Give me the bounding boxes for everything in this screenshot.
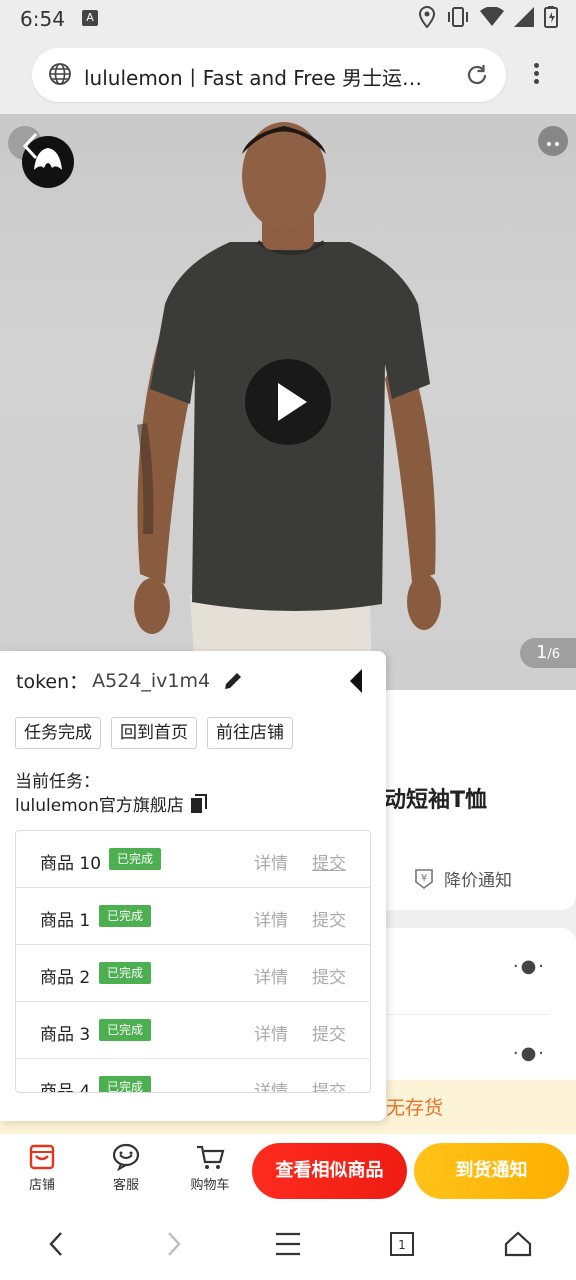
detail-link[interactable]: 详情 [254,849,288,874]
price-drop-notice[interactable]: ¥ 降价通知 [412,866,512,891]
spec-more-icon-2[interactable]: ·●· [513,1043,546,1064]
cart-tab[interactable]: 购物车 [180,1140,240,1193]
cart-icon [197,1145,225,1169]
price-notice-label: 降价通知 [444,871,512,891]
task-done-button[interactable]: 任务完成 [15,717,101,749]
stock-status-text: 无存货 [386,1097,444,1119]
accessibility-icon: A [82,10,98,26]
wifi-icon [480,7,504,26]
play-video-button[interactable] [245,359,331,445]
status-bar: 6:54 A [0,0,576,38]
token-row: token： A524_iv1m4 [16,667,244,694]
submit-link[interactable]: 提交 [312,849,346,874]
nav-home-icon[interactable] [500,1228,536,1260]
detail-link[interactable]: 详情 [254,1077,288,1092]
signal-icon [514,7,534,27]
status-badge: 已完成 [99,962,152,984]
current-task-shop-name: lululemon官方旗舰店 [15,796,184,816]
view-similar-button[interactable]: 查看相似商品 [252,1143,407,1199]
location-icon [418,6,436,28]
service-label: 客服 [112,1178,139,1193]
svg-text:¥: ¥ [421,873,427,884]
image-page-indicator: 1/6 [520,638,576,668]
nav-forward-icon[interactable] [156,1228,192,1260]
url-text[interactable]: lululemon丨Fast and Free 男士运… [84,62,444,91]
status-badge: 已完成 [99,905,152,927]
detail-link[interactable]: 详情 [254,963,288,988]
detail-link[interactable]: 详情 [254,1020,288,1045]
token-label: token： [16,671,89,693]
bottom-action-bar: 店铺 客服 购物车 查看相似商品 到货通知 [0,1134,576,1208]
service-tab[interactable]: 客服 [96,1140,156,1193]
edit-pencil-icon[interactable] [222,670,244,692]
task-row: 商品 4 已完成 详情 提交 [16,1059,370,1093]
task-row: 商品 10 已完成 详情 提交 [16,831,370,888]
submit-link[interactable]: 提交 [312,906,346,931]
product-image[interactable]: 1/6 [0,114,576,690]
nav-menu-icon[interactable] [270,1228,306,1260]
task-row: 商品 1 已完成 详情 提交 [16,888,370,945]
current-task-label: 当前任务： [15,772,100,792]
product-title: 动短袖T恤 [384,788,488,813]
battery-icon [544,6,558,28]
status-badge: 已完成 [99,1019,152,1041]
shop-label: 店铺 [28,1178,55,1193]
nav-back-icon[interactable] [38,1228,74,1260]
page-current: 1 [535,642,548,663]
vibrate-icon [448,7,468,27]
back-arrow-icon[interactable] [20,130,40,162]
browser-menu-icon[interactable] [524,60,548,92]
token-value: A524_iv1m4 [92,669,211,692]
task-row: 商品 3 已完成 详情 提交 [16,1002,370,1059]
status-icons [418,6,558,28]
task-row: 商品 2 已完成 详情 提交 [16,945,370,1002]
reload-icon[interactable] [464,62,490,88]
divider [384,1014,550,1015]
submit-link[interactable]: 提交 [312,1020,346,1045]
current-task-shop: lululemon官方旗舰店 [15,791,208,816]
spec-more-icon[interactable]: ·●· [513,956,546,977]
status-badge: 已完成 [109,848,162,870]
more-options-icon[interactable] [538,126,568,156]
customer-service-icon [112,1143,140,1171]
item-name: 商品 1 [40,911,91,931]
copy-icon[interactable] [190,793,208,814]
globe-icon [49,63,71,85]
status-time: 6:54 [20,7,65,31]
arrival-notify-button[interactable]: 到货通知 [414,1143,569,1199]
address-bar[interactable]: lululemon丨Fast and Free 男士运… [32,48,506,102]
item-name: 商品 4 [40,1082,91,1093]
browser-nav-bar: 1 [0,1208,576,1280]
task-panel: token： A524_iv1m4 任务完成 回到首页 前往店铺 当前任务： l… [0,651,386,1121]
status-badge: 已完成 [99,1076,152,1092]
shop-tab[interactable]: 店铺 [12,1140,72,1193]
shop-icon [29,1144,55,1170]
panel-button-row: 任务完成 回到首页 前往店铺 [15,717,293,749]
go-shop-button[interactable]: 前往店铺 [207,717,293,749]
item-name: 商品 10 [40,854,102,874]
price-tag-icon: ¥ [415,868,433,889]
submit-link[interactable]: 提交 [312,1077,346,1092]
page-total: /6 [547,647,561,662]
svg-text:1: 1 [398,1238,406,1252]
detail-link[interactable]: 详情 [254,906,288,931]
collapse-panel-icon[interactable] [346,667,366,695]
task-item-list[interactable]: 商品 10 已完成 详情 提交 商品 1 已完成 详情 提交 商品 2 已完成 … [15,830,371,1093]
item-name: 商品 2 [40,968,91,988]
back-home-button[interactable]: 回到首页 [111,717,197,749]
browser-toolbar: lululemon丨Fast and Free 男士运… [0,38,576,114]
submit-link[interactable]: 提交 [312,963,346,988]
item-name: 商品 3 [40,1025,91,1045]
cart-label: 购物车 [190,1178,230,1193]
nav-tabs-icon[interactable]: 1 [384,1228,420,1260]
